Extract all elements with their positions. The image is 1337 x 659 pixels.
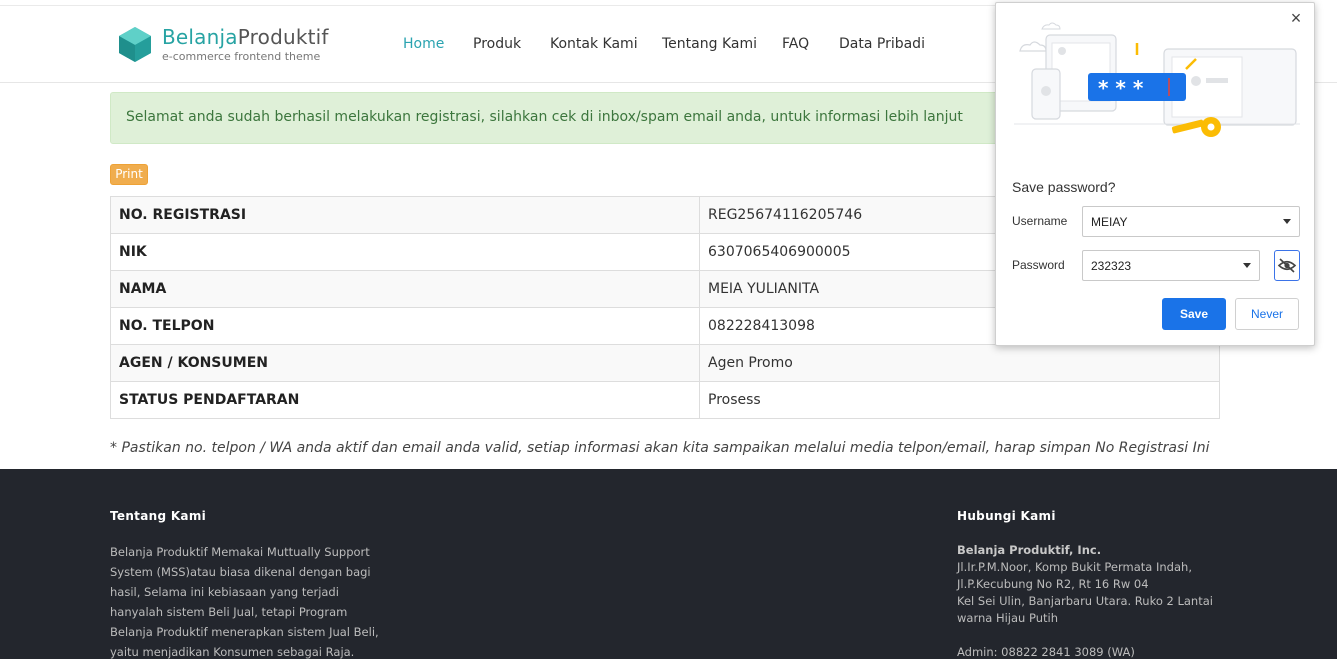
footer-address-line: Jl.Ir.P.M.Noor, Komp Bukit Permata Indah… — [957, 560, 1192, 574]
password-illustration-icon: * * * — [1014, 22, 1300, 137]
footer-address-line: warna Hijau Putih — [957, 611, 1059, 625]
nav-data-pribadi[interactable]: Data Pribadi — [839, 36, 925, 52]
header-divider — [0, 5, 1000, 6]
row-value: Agen Promo — [699, 344, 1220, 382]
never-button[interactable]: Never — [1235, 298, 1299, 330]
row-label: NO. REGISTRASI — [110, 196, 700, 234]
nav-kontak-kami[interactable]: Kontak Kami — [550, 36, 638, 52]
footer-address-line: Kel Sei Ulin, Banjarbaru Utara. Ruko 2 L… — [957, 594, 1213, 608]
row-label: NO. TELPON — [110, 307, 700, 345]
footer-company: Belanja Produktif, Inc. — [957, 543, 1102, 557]
main-nav: Home Produk Kontak Kami Tentang Kami FAQ… — [0, 36, 1000, 56]
footer-about-line: yaitu menjadikan Konsumen sebagai Raja. — [110, 645, 355, 659]
chevron-down-icon — [1283, 219, 1291, 224]
save-button[interactable]: Save — [1162, 298, 1226, 330]
footer-address-line: Jl.P.Kecubung No R2, Rt 16 Rw 04 — [957, 577, 1149, 591]
registration-note: * Pastikan no. telpon / WA anda aktif da… — [110, 440, 1210, 456]
username-label: Username — [1012, 214, 1068, 228]
footer-about-title: Tentang Kami — [110, 509, 207, 523]
nav-produk[interactable]: Produk — [473, 36, 521, 52]
username-select[interactable]: MEIAY — [1082, 206, 1300, 237]
footer-about-line: hasil, Selama ini kebiasaan yang terjadi — [110, 585, 339, 599]
footer-about-line: hanyalah sistem Beli Jual, tetapi Progra… — [110, 605, 348, 619]
footer-about-line: Belanja Produktif menerapkan sistem Jual… — [110, 625, 379, 639]
chevron-down-icon — [1243, 263, 1251, 268]
password-value: 232323 — [1091, 259, 1132, 273]
footer-admin[interactable]: Admin: 08822 2841 3089 (WA) — [957, 644, 1213, 659]
nav-home[interactable]: Home — [403, 36, 444, 52]
table-row: AGEN / KONSUMEN Agen Promo — [110, 344, 1220, 382]
row-value: Prosess — [699, 381, 1220, 419]
username-value: MEIAY — [1091, 215, 1128, 229]
password-label: Password — [1012, 258, 1065, 272]
footer-spacer — [957, 627, 1213, 644]
password-select[interactable]: 232323 — [1082, 250, 1260, 281]
footer-about-text: Belanja Produktif Memakai Muttually Supp… — [110, 542, 379, 659]
footer-contact-block: Belanja Produktif, Inc. Jl.Ir.P.M.Noor, … — [957, 542, 1213, 659]
dialog-title: Save password? — [1012, 179, 1116, 195]
nav-faq[interactable]: FAQ — [782, 36, 809, 52]
masked-password-text: * * * — [1098, 76, 1144, 100]
print-button[interactable]: Print — [110, 164, 148, 185]
nav-tentang-kami[interactable]: Tentang Kami — [662, 36, 757, 52]
table-row: STATUS PENDAFTARAN Prosess — [110, 381, 1220, 419]
row-label: NIK — [110, 233, 700, 271]
footer-contact-title: Hubungi Kami — [957, 509, 1056, 523]
footer-about-line: System (MSS)atau biasa dikenal dengan ba… — [110, 565, 371, 579]
save-password-dialog: × * * * Save password? Username MEIAY Pa… — [995, 2, 1315, 346]
row-label: NAMA — [110, 270, 700, 308]
footer-about-line: Belanja Produktif Memakai Muttually Supp… — [110, 545, 370, 559]
eye-off-icon — [1277, 258, 1297, 273]
site-footer: Tentang Kami Belanja Produktif Memakai M… — [0, 469, 1337, 659]
row-label: AGEN / KONSUMEN — [110, 344, 700, 382]
toggle-password-visibility-button[interactable] — [1274, 250, 1300, 281]
row-label: STATUS PENDAFTARAN — [110, 381, 700, 419]
